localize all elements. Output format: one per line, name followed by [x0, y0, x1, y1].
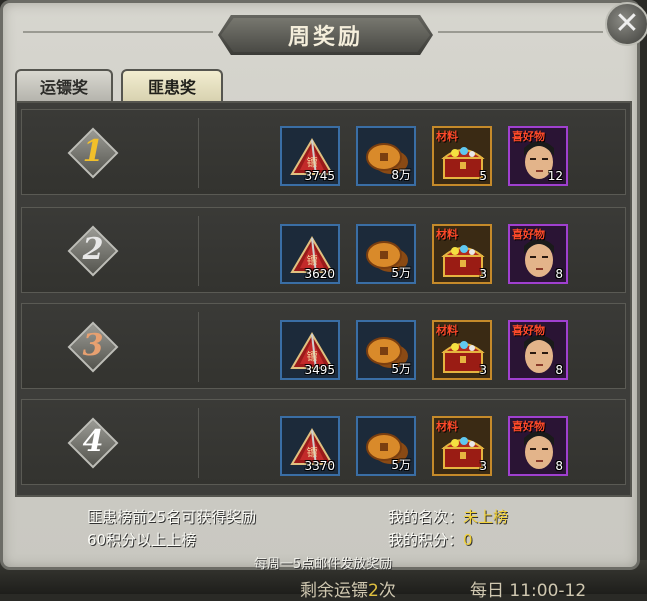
item-tag: 喜好物	[512, 228, 545, 241]
item-tag: 材料	[436, 324, 458, 337]
tab-bandit-reward[interactable]: 匪患奖	[121, 69, 223, 101]
row-divider	[198, 408, 199, 478]
reward-item[interactable]: 镖 3745	[280, 126, 340, 186]
item-tag: 材料	[436, 228, 458, 241]
item-tag: 材料	[436, 420, 458, 433]
my-rank-label: 我的名次：	[388, 508, 464, 526]
reward-item[interactable]: 镖 3495	[280, 320, 340, 380]
item-tag: 喜好物	[512, 324, 545, 337]
row-divider	[198, 216, 199, 286]
info-eligibility: 匪患榜前25名可获得奖励	[87, 508, 257, 526]
rank-number: 4	[82, 424, 104, 459]
item-quantity: 3	[479, 363, 487, 377]
rank-badge: 2	[67, 225, 119, 277]
item-quantity: 8	[555, 267, 563, 281]
reward-item[interactable]: 材料 5	[432, 126, 492, 186]
item-quantity: 8	[555, 459, 563, 473]
reward-item[interactable]: 5万	[356, 416, 416, 476]
item-tag: 喜好物	[512, 130, 545, 143]
title-divider-left	[23, 31, 213, 33]
rank-number: 2	[82, 232, 104, 267]
reward-item[interactable]: 镖 3370	[280, 416, 340, 476]
item-quantity: 3745	[304, 169, 335, 183]
tab-escort-reward[interactable]: 运镖奖	[15, 69, 113, 101]
remaining-label: 剩余运镖	[300, 581, 368, 601]
reward-item[interactable]: 材料 3	[432, 416, 492, 476]
reward-row: 2 镖 3620 5万 材料 3 喜好物 8	[21, 207, 626, 293]
row-divider	[198, 312, 199, 382]
item-quantity: 3620	[304, 267, 335, 281]
item-quantity: 8	[555, 363, 563, 377]
my-rank-value: 未上榜	[463, 508, 509, 526]
reward-row: 4 镖 3370 5万 材料 3 喜好物 8	[21, 399, 626, 485]
item-tag: 喜好物	[512, 420, 545, 433]
info-threshold: 60积分以上上榜	[87, 531, 197, 549]
item-quantity: 8万	[391, 168, 411, 182]
tab-escort-label: 运镖奖	[39, 78, 88, 97]
rank-badge: 1	[67, 127, 119, 179]
item-quantity: 5万	[391, 458, 411, 472]
svg-text:镖: 镖	[307, 445, 318, 459]
item-tag: 材料	[436, 130, 458, 143]
svg-text:镖: 镖	[307, 349, 318, 363]
item-quantity: 3	[479, 459, 487, 473]
item-quantity: 5	[479, 169, 487, 183]
svg-text:镖: 镖	[307, 253, 318, 267]
my-score-label: 我的积分：	[388, 531, 464, 549]
panel-title: 周奖励	[287, 25, 363, 50]
reward-item[interactable]: 5万	[356, 320, 416, 380]
close-icon: ✕	[614, 6, 640, 41]
remaining-unit: 次	[378, 581, 396, 601]
item-quantity: 3495	[304, 363, 335, 377]
item-quantity: 3370	[304, 459, 335, 473]
reward-row: 3 镖 3495 5万 材料 3 喜好物 8	[21, 303, 626, 389]
title-banner: 周奖励	[218, 15, 433, 55]
daily-label: 每日	[470, 581, 504, 601]
reward-row: 1 镖 3745 8万 材料 5 喜好物 12	[21, 109, 626, 195]
reward-item[interactable]: 8万	[356, 126, 416, 186]
reward-item[interactable]: 材料 3	[432, 224, 492, 284]
title-divider-right	[438, 31, 603, 33]
reward-table: 1 镖 3745 8万 材料 5 喜好物 12 2 镖 3620 5万 材料 3 喜好物 8 3 镖 3495 5万材…	[15, 101, 632, 497]
item-quantity: 3	[479, 267, 487, 281]
my-score: 我的积分：0	[388, 529, 473, 550]
reward-item[interactable]: 5万	[356, 224, 416, 284]
close-button[interactable]: ✕	[605, 2, 647, 46]
item-quantity: 5万	[391, 362, 411, 376]
remaining-count: 2	[368, 581, 379, 601]
reward-item[interactable]: 喜好物 8	[508, 416, 568, 476]
mail-footer-note: 每周一5点邮件发放奖励	[253, 557, 393, 572]
reward-item[interactable]: 喜好物 12	[508, 126, 568, 186]
rank-badge: 4	[67, 417, 119, 469]
remaining-escort-text: 剩余运镖2次	[300, 576, 396, 601]
row-divider	[198, 118, 199, 188]
rank-number: 1	[82, 134, 104, 169]
item-quantity: 12	[547, 169, 563, 183]
tab-bandit-label: 匪患奖	[147, 78, 196, 97]
reward-item[interactable]: 材料 3	[432, 320, 492, 380]
rank-badge: 3	[67, 321, 119, 373]
svg-text:镖: 镖	[307, 155, 318, 169]
my-rank: 我的名次：未上榜	[388, 506, 508, 527]
reward-item[interactable]: 镖 3620	[280, 224, 340, 284]
daily-time: 11:00-12	[509, 581, 587, 601]
my-score-value: 0	[463, 531, 473, 549]
rank-number: 3	[82, 328, 104, 363]
reward-item[interactable]: 喜好物 8	[508, 224, 568, 284]
reward-item[interactable]: 喜好物 8	[508, 320, 568, 380]
weekly-reward-panel: 周奖励 运镖奖 匪患奖 1 镖 3745 8万 材料 5 喜好物 12 2 镖 3620 5万 材料 3 喜…	[0, 0, 640, 572]
daily-time-text: 每日 11:00-12	[470, 576, 586, 601]
item-quantity: 5万	[391, 266, 411, 280]
